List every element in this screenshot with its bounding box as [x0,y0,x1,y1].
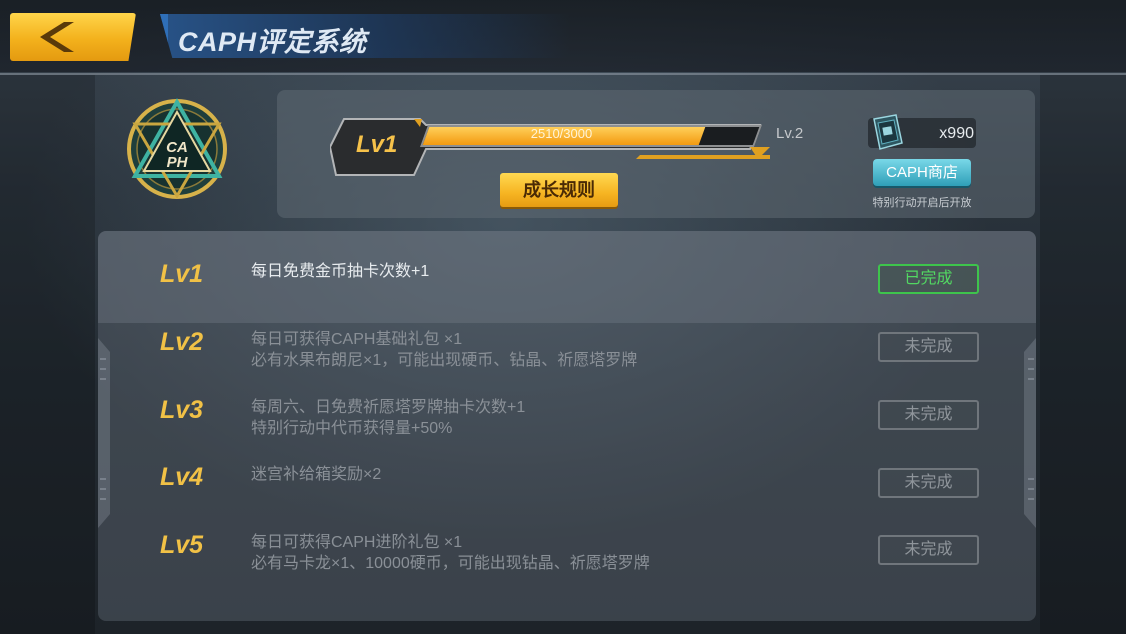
level-row-2-description: 每日可获得CAPH基础礼包 ×1 必有水果布朗尼×1，可能出现硬币、钻晶、祈愿塔… [251,329,637,371]
level-row-3-line2: 特别行动中代币获得量+50% [251,420,453,437]
level-row-3-status[interactable]: 未完成 [878,400,979,430]
level-row-3-line1: 每周六、日免费祈愿塔罗牌抽卡次数+1 [251,399,526,416]
caph-card-icon [873,114,903,150]
level-row-2-label: Lv2 [160,328,204,356]
level-row-1-line1: 每日免费金币抽卡次数+1 [251,263,430,280]
level-row-2-line1: 每日可获得CAPH基础礼包 ×1 [251,331,463,348]
caph-emblem-icon: CA PH [127,97,227,199]
svg-text:PH: PH [167,154,189,171]
currency-count: x990 [939,125,974,142]
level-row-1-status[interactable]: 已完成 [878,264,979,294]
left-side-decoration [98,338,110,528]
chevron-left-icon [40,22,74,52]
level-progress-text: 2510/3000 [530,126,593,141]
level-row-5-status[interactable]: 未完成 [878,535,979,565]
level-row-2-status[interactable]: 未完成 [878,332,979,362]
level-row-3-description: 每周六、日免费祈愿塔罗牌抽卡次数+1 特别行动中代币获得量+50% [251,397,525,439]
level-row-1-label: Lv1 [160,260,204,288]
level-row-4-line1: 迷宫补给箱奖励×2 [251,466,382,483]
level-row-4-description: 迷宫补给箱奖励×2 [251,464,381,485]
level-row-5-description: 每日可获得CAPH进阶礼包 ×1 必有马卡龙×1、10000硬币，可能出现钻晶、… [251,532,650,574]
title-banner: CAPH评定系统 [160,14,570,58]
level-row-2-line2: 必有水果布朗尼×1，可能出现硬币、钻晶、祈愿塔罗牌 [251,352,638,369]
caph-shop-button[interactable]: CAPH商店 [873,159,971,186]
background-pillar-right [1040,75,1126,634]
level-row-1-description: 每日免费金币抽卡次数+1 [251,261,429,282]
level-row-4-label: Lv4 [160,463,204,491]
top-bar-divider [0,73,1126,75]
right-side-decoration [1024,338,1036,528]
level-row-5-label: Lv5 [160,531,204,559]
level-row-4-status[interactable]: 未完成 [878,468,979,498]
back-button[interactable] [10,13,136,61]
current-level-label: Lv1 [356,131,398,158]
growth-rules-button[interactable]: 成长规则 [500,173,618,207]
level-row-5-line1: 每日可获得CAPH进阶礼包 ×1 [251,534,463,551]
background-pillar-left [0,75,95,634]
shop-unlock-note: 特别行动开启后开放 [872,197,972,209]
page-title: CAPH评定系统 [178,27,367,57]
level-row-5-line2: 必有马卡龙×1、10000硬币，可能出现钻晶、祈愿塔罗牌 [251,555,650,572]
next-level-label: Lv.2 [776,125,804,142]
level-row-3-label: Lv3 [160,396,204,424]
